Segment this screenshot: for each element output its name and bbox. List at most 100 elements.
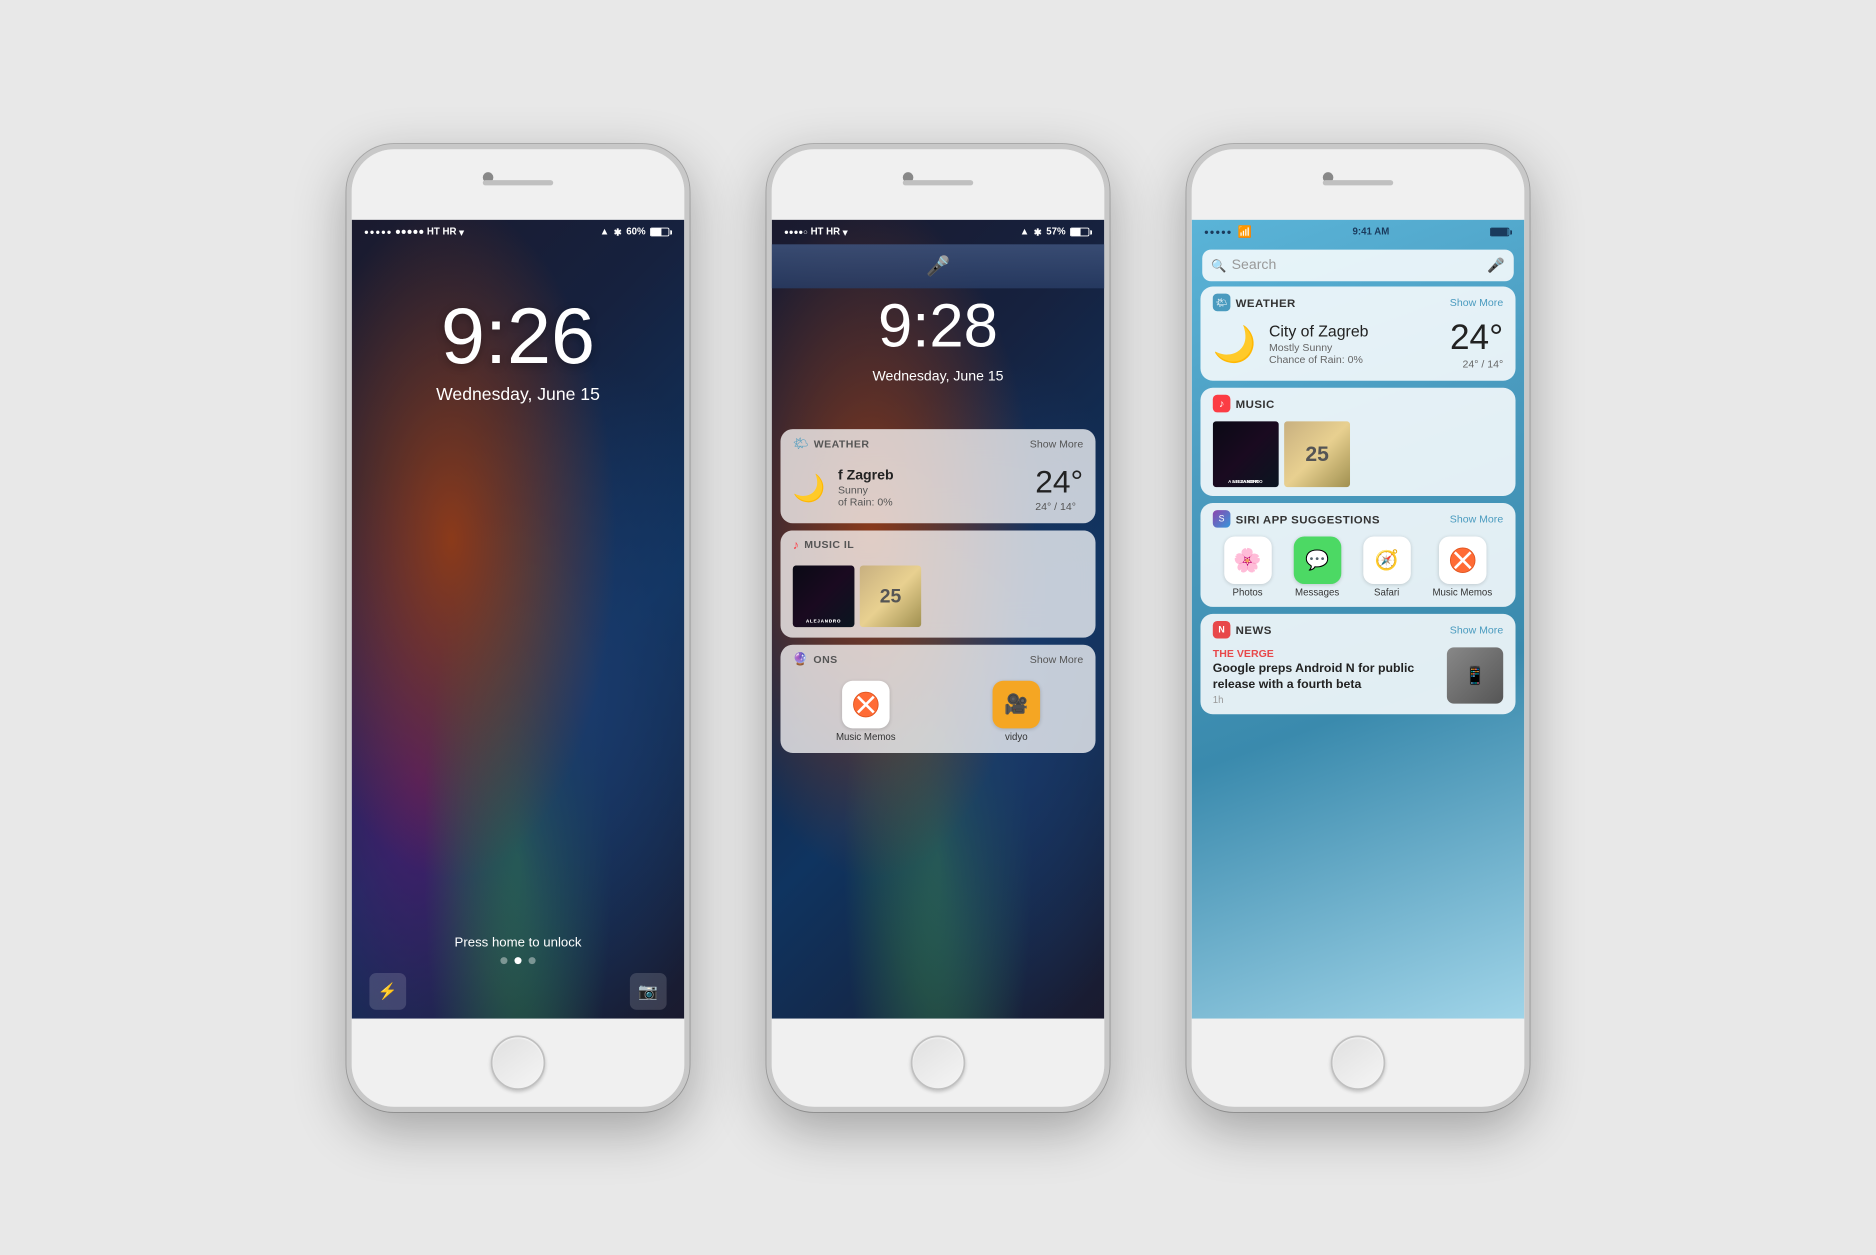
siri-suggestions-2: 🔮 ONS Show More — [780, 644, 1095, 752]
weather-temp-3: 24° — [1450, 318, 1503, 358]
news-widget-header-3: N NEWS Show More — [1200, 613, 1515, 641]
news-thumb-phone-icon: 📱 — [1464, 664, 1486, 686]
safari-icon-glyph: 🧭 — [1375, 548, 1399, 571]
camera-icon-box[interactable]: 📷 — [630, 972, 667, 1009]
screen-3: ●●●●● 📶 9:41 AM 🔍 Search 🎤 — [1192, 219, 1525, 1018]
siri3-app-music-memos[interactable]: Music Memos — [1432, 536, 1492, 598]
home-button-1[interactable] — [491, 1035, 546, 1090]
battery-percent-2: 57% — [1046, 226, 1065, 237]
iphone-top-1 — [352, 149, 685, 219]
music-content-3: ALEJANDRO 25 — [1200, 415, 1515, 495]
siri-app-vidyo[interactable]: 🎥 vidyo — [993, 680, 1041, 742]
camera-icon: 📷 — [638, 982, 658, 1000]
flashlight-icon: ⚡ — [378, 982, 398, 1000]
vidyo-app-icon: 🎥 — [993, 680, 1041, 728]
vidyo-icon-glyph: 🎥 — [1004, 693, 1028, 716]
album-art-light: 25 — [860, 565, 922, 627]
carrier-name: ●●●●● HT HR — [395, 226, 457, 237]
weather-city-2: f Zagreb — [838, 467, 1023, 483]
weather-temp-area-2: 24° 24° / 14° — [1035, 463, 1083, 512]
music-album-2-3: 25 — [1284, 421, 1350, 487]
flashlight-icon-box[interactable]: ⚡ — [369, 972, 406, 1009]
siri3-app-messages[interactable]: 💬 Messages — [1293, 536, 1341, 598]
iphone-top-3 — [1192, 149, 1525, 219]
news-text-3: THE VERGE Google preps Android N for pub… — [1213, 647, 1438, 705]
music-header-2: ♪ MUSIC IL — [780, 530, 1095, 558]
weather-left-3: 🌤 WEATHER — [1213, 293, 1296, 311]
iphone-bottom-2 — [772, 1018, 1105, 1106]
carrier-2: HT HR — [811, 226, 841, 237]
dot-1 — [500, 957, 507, 964]
safari-app-icon: 🧭 — [1363, 536, 1411, 584]
iphone-bottom-3 — [1192, 1018, 1525, 1106]
weather-widget-3: 🌤 WEATHER Show More 🌙 City of Zagreb Mos… — [1200, 286, 1515, 380]
lockscreen-background: ●●●●● ●●●●● HT HR ▾ ▲ ✱ 60% — [352, 219, 685, 1018]
search-mic-icon[interactable]: 🎤 — [1487, 256, 1505, 274]
weather-rain-3: Chance of Rain: 0% — [1269, 353, 1450, 365]
weather-widget-header-3: 🌤 WEATHER Show More — [1200, 286, 1515, 314]
weather-desc-3: Mostly Sunny — [1269, 341, 1450, 353]
battery-percent: 60% — [626, 226, 645, 237]
news-show-more-3[interactable]: Show More — [1450, 623, 1503, 635]
signal-3: ●●●●● — [1204, 227, 1232, 236]
carrier-signal-2: ●●●●○ HT HR ▾ — [784, 226, 848, 237]
music-memos-app-icon-3 — [1439, 536, 1487, 584]
music-widget-header-3: ♪ MUSIC — [1200, 387, 1515, 415]
bluetooth-2: ✱ — [1034, 226, 1042, 237]
weather-info-3: City of Zagreb Mostly Sunny Chance of Ra… — [1269, 322, 1450, 365]
album-light-3: 25 — [1284, 421, 1350, 487]
speaker-1 — [483, 180, 553, 185]
status-bar-3: ●●●●● 📶 9:41 AM — [1192, 219, 1525, 244]
siri3-app-safari[interactable]: 🧭 Safari — [1363, 536, 1411, 598]
weather-show-more-3[interactable]: Show More — [1450, 296, 1503, 308]
iphone-top-2 — [772, 149, 1105, 219]
news-thumbnail-3: 📱 — [1447, 647, 1503, 703]
siri-apps-row-3: 🌸 Photos 💬 Messages — [1200, 531, 1515, 607]
dot-3 — [529, 957, 536, 964]
status-bar-1: ●●●●● ●●●●● HT HR ▾ ▲ ✱ 60% — [352, 219, 685, 244]
music-app-icon-3: ♪ — [1213, 394, 1231, 412]
siri-widget-title-3: SIRI APP SUGGESTIONS — [1236, 512, 1380, 525]
album-dark-3: ALEJANDRO — [1213, 421, 1279, 487]
weather-info-2: f Zagreb Sunny of Rain: 0% — [838, 467, 1023, 507]
battery-3 — [1490, 227, 1512, 236]
siri3-app-label-photos: Photos — [1233, 587, 1263, 598]
home-button-3[interactable] — [1331, 1035, 1386, 1090]
music-widget-2: ♪ MUSIC IL ALEJANDRO 25 — [780, 530, 1095, 637]
lock-bottom-icons: ⚡ 📷 — [352, 972, 685, 1009]
siri-show-more-3[interactable]: Show More — [1450, 512, 1503, 524]
music-left-3: ♪ MUSIC — [1213, 394, 1275, 412]
album-art-dark: ALEJANDRO — [793, 565, 855, 627]
today-scroll-area: 🌤 WEATHER Show More 🌙 City of Zagreb Mos… — [1192, 286, 1525, 1018]
search-bar[interactable]: 🔍 Search 🎤 — [1202, 249, 1514, 281]
weather-temp-2: 24° — [1035, 463, 1083, 500]
siri-show-more-2[interactable]: Show More — [1030, 653, 1083, 665]
photos-icon-glyph: 🌸 — [1233, 546, 1261, 573]
messages-app-icon: 💬 — [1293, 536, 1341, 584]
location-2: ▲ — [1020, 226, 1030, 237]
weather-range-3: 24° / 14° — [1450, 357, 1503, 369]
siri-app-music-memos[interactable]: Music Memos — [836, 680, 896, 742]
album-label-2: 25 — [880, 584, 902, 607]
siri-header-2: 🔮 ONS Show More — [780, 644, 1095, 673]
phone2-background: ●●●●○ HT HR ▾ ▲ ✱ 57% — [772, 219, 1105, 1018]
press-home-text: Press home to unlock — [455, 935, 582, 950]
weather-desc-2: Sunny — [838, 483, 1023, 495]
iphone-1: ●●●●● ●●●●● HT HR ▾ ▲ ✱ 60% — [346, 144, 689, 1112]
clock-time-3: 9:41 AM — [1353, 226, 1390, 237]
siri3-app-label-safari: Safari — [1374, 587, 1399, 598]
news-time-3: 1h — [1213, 695, 1438, 706]
siri-icon-glyph-3: S — [1219, 514, 1225, 524]
weather-show-more[interactable]: Show More — [1030, 437, 1083, 449]
status-bar-2: ●●●●○ HT HR ▾ ▲ ✱ 57% — [772, 219, 1105, 244]
weather-widget-icon: 🌤 — [793, 436, 809, 451]
bluetooth-icon: ✱ — [614, 226, 622, 237]
siri3-app-label-mm: Music Memos — [1432, 587, 1492, 598]
lock-screen-date: Wednesday, June 15 — [436, 385, 600, 405]
siri-mic-icon[interactable]: 🎤 — [926, 254, 950, 277]
battery-area-3 — [1490, 227, 1512, 236]
siri3-app-photos[interactable]: 🌸 Photos — [1224, 536, 1272, 598]
iphone-2: ●●●●○ HT HR ▾ ▲ ✱ 57% — [766, 144, 1109, 1112]
home-button-2[interactable] — [911, 1035, 966, 1090]
search-icon: 🔍 — [1211, 257, 1226, 272]
